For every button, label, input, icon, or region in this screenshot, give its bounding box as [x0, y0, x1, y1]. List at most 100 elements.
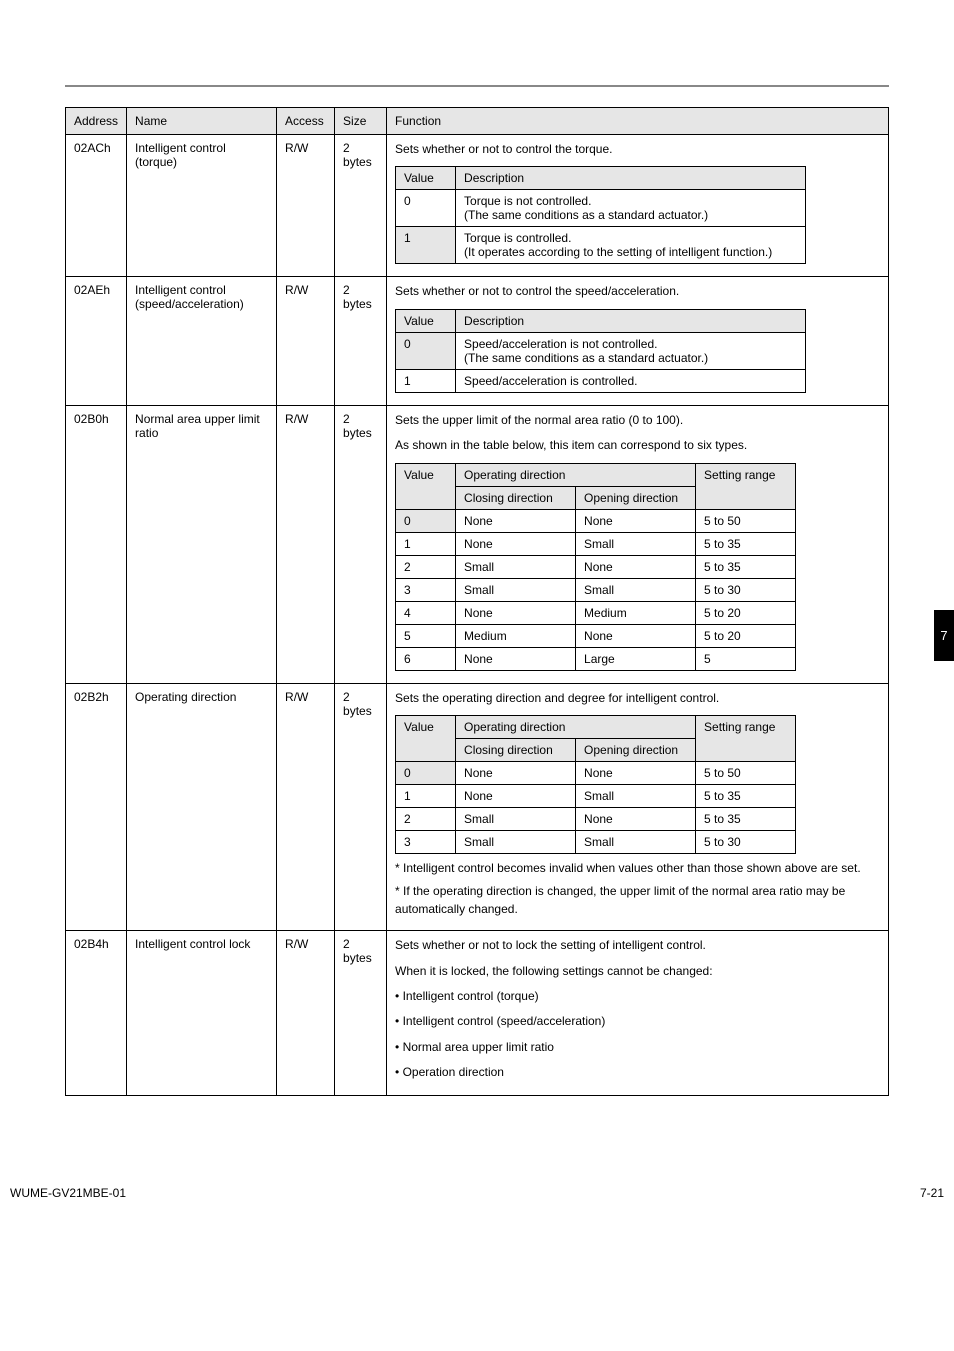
function-text: Sets the operating direction and degree …	[395, 690, 880, 707]
inner-cell: None	[576, 555, 696, 578]
inner-cell: 1	[396, 369, 456, 392]
inner-cell: 5 to 20	[696, 624, 796, 647]
inner-cell: Torque is not controlled.(The same condi…	[456, 190, 806, 227]
inner-header: Setting range	[696, 715, 796, 761]
inner-cell: Small	[576, 830, 696, 853]
cell-address: 02B0h	[66, 405, 127, 683]
function-text: When it is locked, the following setting…	[395, 963, 880, 980]
inner-cell: 5 to 35	[696, 532, 796, 555]
inner-cell: Small	[576, 532, 696, 555]
inner-cell: Small	[576, 784, 696, 807]
inner-cell: 5 to 30	[696, 578, 796, 601]
cell-access: R/W	[277, 277, 335, 405]
function-text: As shown in the table below, this item c…	[395, 437, 880, 454]
cell-name: Normal area upper limit ratio	[127, 405, 277, 683]
function-text: Sets the upper limit of the normal area …	[395, 412, 880, 429]
function-text: Sets whether or not to control the speed…	[395, 283, 880, 300]
inner-cell: 2	[396, 555, 456, 578]
inner-cell: 2	[396, 807, 456, 830]
inner-cell: 5 to 30	[696, 830, 796, 853]
cell-function: Sets whether or not to control the speed…	[387, 277, 889, 405]
cell-access: R/W	[277, 405, 335, 683]
inner-header: Value	[396, 167, 456, 190]
function-text: Sets whether or not to control the torqu…	[395, 141, 880, 158]
inner-cell: None	[456, 532, 576, 555]
inner-cell: 0	[396, 190, 456, 227]
inner-header: Description	[456, 309, 806, 332]
chapter-tab: 7	[934, 610, 954, 661]
function-note: * If the operating direction is changed,…	[395, 883, 880, 918]
function-note: * Intelligent control becomes invalid wh…	[395, 860, 880, 877]
cell-size: 2 bytes	[335, 277, 387, 405]
inner-cell: 5 to 50	[696, 761, 796, 784]
inner-cell: 0	[396, 332, 456, 369]
inner-header: Opening direction	[576, 738, 696, 761]
footer-doc-id: WUME-GV21MBE-01	[10, 1186, 126, 1200]
cell-address: 02ACh	[66, 135, 127, 277]
inner-header: Value	[396, 309, 456, 332]
inner-table: ValueOperating directionSetting rangeClo…	[395, 463, 796, 671]
cell-address: 02B4h	[66, 931, 127, 1096]
cell-function: Sets whether or not to lock the setting …	[387, 931, 889, 1096]
inner-cell: 1	[396, 227, 456, 264]
inner-cell: 5 to 35	[696, 784, 796, 807]
function-text: Sets whether or not to lock the setting …	[395, 937, 880, 954]
inner-cell: Small	[456, 555, 576, 578]
header-address: Address	[66, 108, 127, 135]
inner-cell: None	[456, 509, 576, 532]
function-text: • Operation direction	[395, 1064, 880, 1081]
cell-size: 2 bytes	[335, 931, 387, 1096]
inner-cell: None	[456, 761, 576, 784]
cell-size: 2 bytes	[335, 683, 387, 931]
header-size: Size	[335, 108, 387, 135]
inner-cell: 5 to 35	[696, 807, 796, 830]
inner-cell: None	[576, 509, 696, 532]
cell-name: Operating direction	[127, 683, 277, 931]
cell-name: Intelligent control (speed/acceleration)	[127, 277, 277, 405]
inner-header: Operating direction	[456, 463, 696, 486]
cell-address: 02B2h	[66, 683, 127, 931]
inner-header: Value	[396, 463, 456, 509]
cell-size: 2 bytes	[335, 135, 387, 277]
cell-name: Intelligent control (torque)	[127, 135, 277, 277]
inner-cell: Torque is controlled.(It operates accord…	[456, 227, 806, 264]
inner-cell: None	[576, 807, 696, 830]
inner-cell: 5 to 50	[696, 509, 796, 532]
inner-cell: 0	[396, 761, 456, 784]
inner-cell: Small	[456, 807, 576, 830]
inner-cell: 5 to 20	[696, 601, 796, 624]
inner-cell: 5	[696, 647, 796, 670]
header-name: Name	[127, 108, 277, 135]
cell-function: Sets the upper limit of the normal area …	[387, 405, 889, 683]
cell-size: 2 bytes	[335, 405, 387, 683]
function-text: • Intelligent control (torque)	[395, 988, 880, 1005]
inner-cell: Small	[456, 578, 576, 601]
cell-access: R/W	[277, 683, 335, 931]
table-row: 02B0hNormal area upper limit ratioR/W2 b…	[66, 405, 889, 683]
inner-cell: None	[456, 647, 576, 670]
table-row: 02AEhIntelligent control (speed/accelera…	[66, 277, 889, 405]
inner-header: Setting range	[696, 463, 796, 509]
inner-cell: Small	[456, 830, 576, 853]
inner-cell: Large	[576, 647, 696, 670]
table-row: 02B4hIntelligent control lockR/W2 bytesS…	[66, 931, 889, 1096]
cell-access: R/W	[277, 931, 335, 1096]
function-text: • Normal area upper limit ratio	[395, 1039, 880, 1056]
inner-table: ValueOperating directionSetting rangeClo…	[395, 715, 796, 854]
inner-header: Operating direction	[456, 715, 696, 738]
inner-cell: 4	[396, 601, 456, 624]
inner-cell: None	[576, 761, 696, 784]
table-row: 02AChIntelligent control (torque)R/W2 by…	[66, 135, 889, 277]
inner-header: Opening direction	[576, 486, 696, 509]
cell-function: Sets the operating direction and degree …	[387, 683, 889, 931]
inner-cell: 5 to 35	[696, 555, 796, 578]
cell-access: R/W	[277, 135, 335, 277]
inner-cell: 1	[396, 784, 456, 807]
inner-header: Closing direction	[456, 738, 576, 761]
inner-cell: 1	[396, 532, 456, 555]
cell-function: Sets whether or not to control the torqu…	[387, 135, 889, 277]
inner-cell: 0	[396, 509, 456, 532]
inner-cell: 6	[396, 647, 456, 670]
header-function: Function	[387, 108, 889, 135]
header-access: Access	[277, 108, 335, 135]
